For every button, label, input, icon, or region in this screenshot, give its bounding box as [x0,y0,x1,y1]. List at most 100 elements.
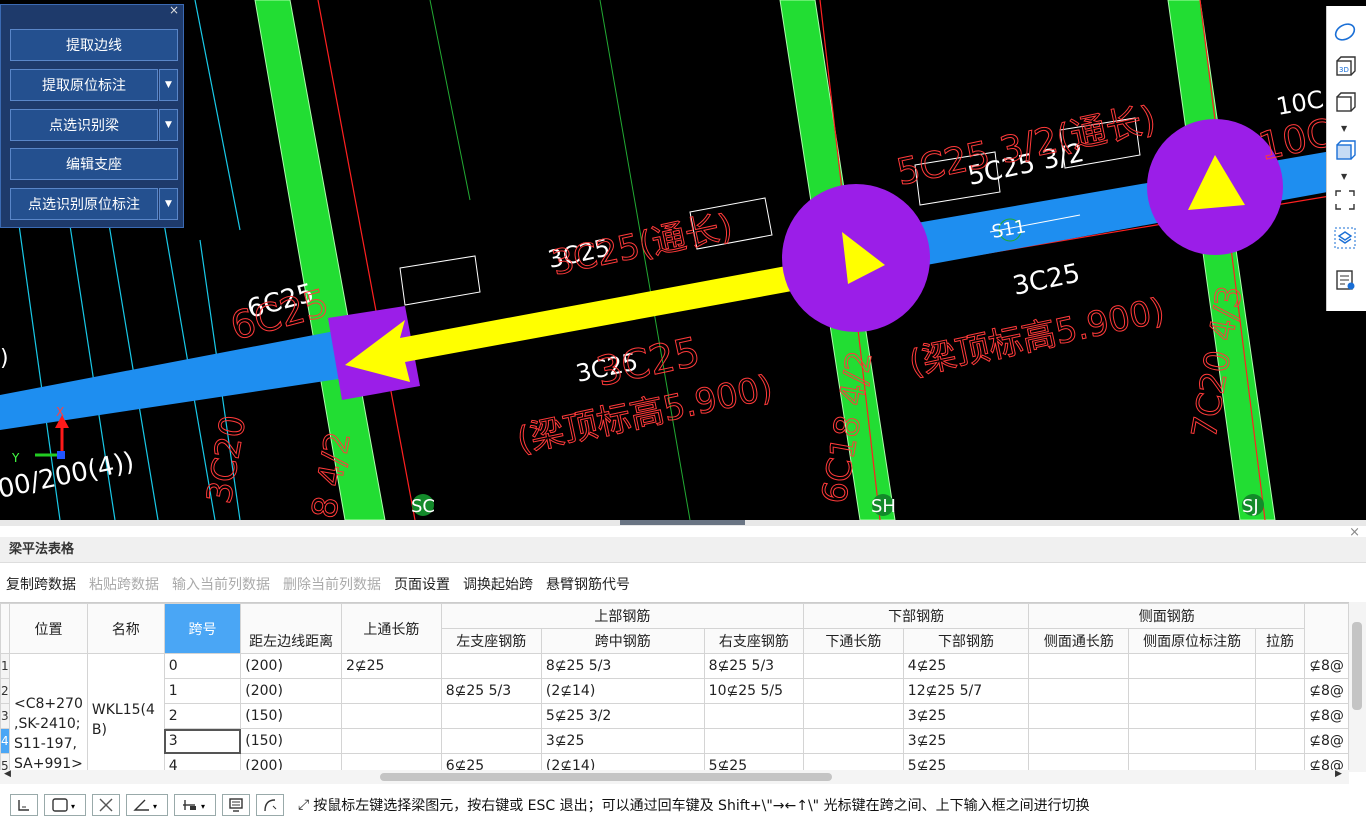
cell-dist[interactable]: (200) [240,753,342,770]
cell-top-through[interactable] [340,703,442,729]
fullscreen-icon[interactable] [1333,188,1359,214]
select-rect-icon[interactable]: ▾ [44,794,86,816]
cell-left-support[interactable] [440,653,542,679]
extract-annotation-dropdown[interactable]: ▼ [159,69,178,101]
cell-position[interactable]: <C8+270 ,SK-2410; S11-197, SA+991> [9,653,88,770]
panel-close-button[interactable]: × [169,3,179,17]
table-row[interactable]: 4 3 (150) 3⊈25 3⊈25 ⊈8@ [0,728,1349,754]
cell-mid-span[interactable]: (2⊈14) [540,753,705,770]
row-number[interactable]: 2 [0,678,10,704]
cell-top-through[interactable] [340,753,442,770]
cell-side-original[interactable] [1128,753,1256,770]
cell-bottom-through[interactable] [803,728,904,754]
identify-beam-dropdown[interactable]: ▼ [159,109,178,141]
cell-bottom-bars[interactable]: 3⊈25 [902,728,1030,754]
horizontal-scrollbar[interactable]: ◀ ▶ [0,769,1349,784]
cell-tie[interactable] [1254,653,1306,679]
cell-mid-span[interactable]: (2⊈14) [540,678,705,704]
swap-start-span-button[interactable]: 调换起始跨 [457,573,540,597]
properties-icon[interactable] [1333,268,1359,294]
box-view-dropdown-icon[interactable]: ▼ [1341,124,1347,133]
cell-right-support[interactable]: 8⊈25 5/3 [703,653,805,679]
extract-edge-button[interactable]: 提取边线 [10,29,178,61]
cell-left-support[interactable] [440,728,542,754]
arc-icon[interactable] [256,794,284,816]
cell-bottom-through[interactable] [803,653,904,679]
page-setup-button[interactable]: 页面设置 [388,573,457,597]
cell-bottom-bars[interactable]: 3⊈25 [902,703,1030,729]
cell-tie[interactable] [1254,678,1306,704]
cell-extra[interactable]: ⊈8@ [1304,703,1349,729]
paste-span-data-button[interactable]: 粘贴跨数据 [83,573,166,597]
cantilever-code-button[interactable]: 悬臂钢筋代号 [540,573,637,597]
header-span[interactable]: 跨号 [163,603,242,654]
cell-span[interactable]: 2 [163,703,242,729]
cell-extra[interactable]: ⊈8@ [1304,728,1349,754]
cell-right-support[interactable]: 10⊈25 5/5 [703,678,805,704]
ortho-mode-icon[interactable] [10,794,38,816]
monitor-icon[interactable] [222,794,250,816]
vertical-scrollbar[interactable] [1349,602,1366,772]
cell-dist[interactable]: (150) [240,728,342,754]
cell-side-through[interactable] [1028,678,1130,704]
cell-extra[interactable]: ⊈8@ [1304,678,1349,704]
cell-dist[interactable]: (200) [240,653,342,679]
cell-bottom-through[interactable] [803,703,904,729]
cad-canvas[interactable]: 6C25 6C25 3C25 3C25(通长) 3C25 3C25 (梁顶标高5… [0,0,1366,520]
cell-side-through[interactable] [1028,753,1130,770]
cell-top-through[interactable]: 2⊈25 [340,653,442,679]
cell-span[interactable]: 4 [163,753,242,770]
cell-right-support[interactable] [703,703,805,729]
snap-icon[interactable]: ▾ [174,794,216,816]
cell-tie[interactable] [1254,728,1306,754]
splitter-grip[interactable] [620,520,745,525]
cell-side-through[interactable] [1028,728,1130,754]
cell-span[interactable]: 0 [163,653,242,679]
cell-extra[interactable]: ⊈8@ [1304,653,1349,679]
cell-side-original[interactable] [1128,728,1256,754]
cell-top-through[interactable] [340,728,442,754]
table-row[interactable]: 2 1 (200) 8⊈25 5/3 (2⊈14) 10⊈25 5/5 12⊈25 5/7 ⊈… [0,678,1349,704]
table-row[interactable]: 1 <C8+270 ,SK-2410; S11-197, SA+991> WKL15… [0,653,1349,770]
cell-tie[interactable] [1254,753,1306,770]
cell-side-original[interactable] [1128,678,1256,704]
solid-box-dropdown-icon[interactable]: ▼ [1341,172,1347,181]
layer-icon[interactable] [1333,226,1359,252]
cell-top-through[interactable] [340,678,442,704]
input-column-data-button[interactable]: 输入当前列数据 [166,573,277,597]
cell-bottom-through[interactable] [803,753,904,770]
horizontal-scroll-thumb[interactable] [380,773,832,781]
cell-span[interactable]: 3 [163,728,242,754]
cell-span[interactable]: 1 [163,678,242,704]
cell-right-support[interactable]: 5⊈25 [703,753,805,770]
extract-annotation-button[interactable]: 提取原位标注 [10,69,158,101]
cell-side-original[interactable] [1128,653,1256,679]
identify-annotation-button[interactable]: 点选识别原位标注 [10,188,158,220]
cell-bottom-bars[interactable]: 4⊈25 [902,653,1030,679]
cross-select-icon[interactable] [92,794,120,816]
table-row[interactable]: 5 4 (200) 6⊈25 (2⊈14) 5⊈25 5⊈25 ⊈8@ [0,753,1349,770]
row-number[interactable]: 3 [0,703,10,729]
cell-mid-span[interactable]: 8⊈25 5/3 [540,653,705,679]
beam-left[interactable] [0,330,345,430]
cell-side-through[interactable] [1028,653,1130,679]
scroll-right-icon[interactable]: ▶ [1335,769,1342,779]
cell-tie[interactable] [1254,703,1306,729]
cell-bottom-bars[interactable]: 5⊈25 [902,753,1030,770]
solid-box-icon[interactable] [1333,138,1359,164]
cell-mid-span[interactable]: 5⊈25 3/2 [540,703,705,729]
identify-beam-button[interactable]: 点选识别梁 [10,109,158,141]
box-view-icon[interactable] [1333,90,1359,116]
cell-dist[interactable]: (150) [240,703,342,729]
copy-span-data-button[interactable]: 复制跨数据 [0,573,83,597]
orbit-icon[interactable] [1333,20,1359,46]
table-row[interactable]: 3 2 (150) 5⊈25 3/2 3⊈25 ⊈8@ [0,703,1349,729]
cell-bottom-through[interactable] [803,678,904,704]
row-number[interactable]: 1 [0,653,10,679]
row-number[interactable]: 4 [0,728,10,754]
cell-mid-span[interactable]: 3⊈25 [540,728,705,754]
vertical-scroll-thumb[interactable] [1352,622,1362,710]
scroll-left-icon[interactable]: ◀ [4,769,11,779]
cell-left-support[interactable]: 8⊈25 5/3 [440,678,542,704]
cell-bottom-bars[interactable]: 12⊈25 5/7 [902,678,1030,704]
